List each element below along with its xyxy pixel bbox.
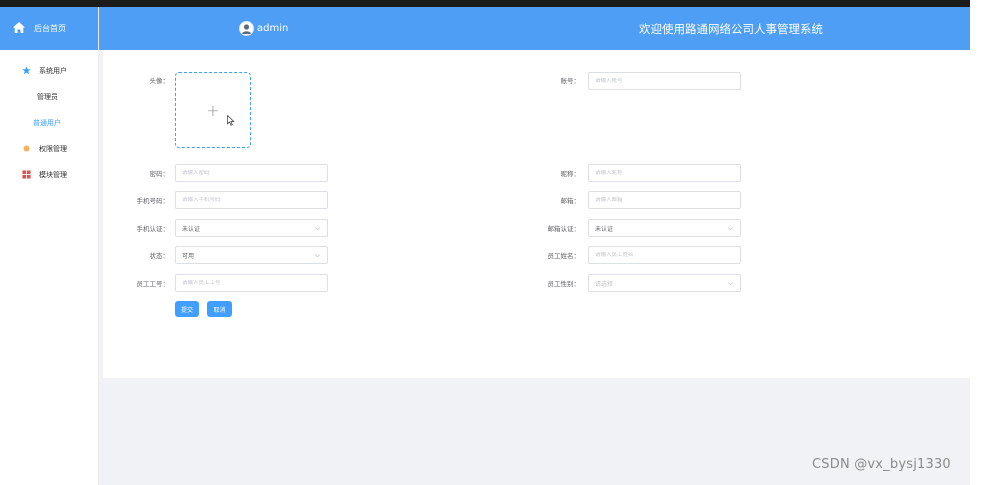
employee-no-input[interactable] (182, 280, 327, 286)
status-label: 状态： (149, 252, 170, 260)
employee-name-input[interactable] (595, 252, 740, 258)
user-menu[interactable]: admin (239, 21, 288, 36)
nickname-label: 昵称： (560, 170, 581, 178)
chevron-down-icon (315, 226, 320, 230)
email-field[interactable] (588, 191, 741, 209)
username: admin (257, 23, 289, 34)
password-label: 密码： (149, 170, 170, 178)
sidebar-item-admin[interactable]: 管理员 (0, 84, 98, 110)
sidebar-item-label: 系统用户 (39, 67, 67, 75)
home-icon (12, 21, 26, 36)
sidebar-home[interactable]: 后台首页 (0, 7, 98, 50)
employee-gender-placeholder: 请选择 (595, 280, 614, 288)
phone-verify-label: 手机认证： (136, 225, 170, 233)
avatar (239, 21, 254, 36)
watermark: CSDN @vx_bysj1330 (812, 457, 951, 472)
email-label: 邮箱： (560, 197, 581, 205)
status-value: 可用 (182, 252, 195, 260)
nickname-field[interactable] (588, 164, 741, 182)
account-field[interactable] (588, 72, 741, 90)
password-field[interactable] (175, 164, 328, 182)
phone-verify-select[interactable]: 未认证 (175, 219, 328, 237)
page-title: 欢迎使用路通网络公司人事管理系统 (639, 22, 823, 36)
employee-no-field[interactable] (175, 274, 328, 292)
account-label: 账号： (560, 77, 581, 85)
employee-gender-label: 员工性别： (547, 280, 581, 288)
sidebar-item-label: 权限管理 (39, 145, 67, 153)
nickname-input[interactable] (595, 170, 740, 176)
sidebar-item-label: 模块管理 (39, 171, 67, 179)
cursor-icon (227, 114, 235, 128)
cancel-button[interactable]: 取消 (207, 301, 232, 317)
phone-label: 手机号码： (136, 197, 170, 205)
sidebar-item-system-users[interactable]: 系统用户 (0, 58, 98, 84)
employee-gender-select[interactable]: 请选择 (588, 274, 741, 292)
phone-input[interactable] (182, 197, 327, 203)
sidebar-item-permissions[interactable]: 权限管理 (0, 136, 98, 162)
window-top-border (0, 0, 970, 7)
sidebar-item-modules[interactable]: 模块管理 (0, 162, 98, 188)
employee-no-label: 员工工号： (136, 280, 170, 288)
chevron-down-icon (728, 226, 733, 230)
employee-name-field[interactable] (588, 246, 741, 264)
star-icon (22, 65, 31, 77)
password-input[interactable] (182, 170, 327, 176)
account-input[interactable] (595, 78, 740, 84)
chevron-down-icon (315, 253, 320, 257)
email-verify-select[interactable]: 未认证 (588, 219, 741, 237)
email-input[interactable] (595, 197, 740, 203)
avatar-label: 头像： (149, 77, 170, 85)
submit-button[interactable]: 提交 (175, 301, 199, 317)
employee-name-label: 员工姓名： (547, 252, 581, 260)
grid-icon (22, 169, 31, 181)
sidebar-home-label: 后台首页 (34, 24, 66, 33)
top-header: admin 欢迎使用路通网络公司人事管理系统 (99, 7, 970, 50)
plus-icon: + (206, 100, 220, 120)
email-verify-label: 邮箱认证： (547, 225, 581, 233)
phone-verify-value: 未认证 (182, 225, 201, 233)
circle-icon (22, 144, 31, 155)
avatar-upload[interactable]: + (175, 72, 251, 148)
sidebar-menu: 系统用户 管理员 普通用户 权限管理 模块管理 (0, 50, 98, 188)
sidebar-item-normal-users[interactable]: 普通用户 (0, 110, 98, 136)
email-verify-value: 未认证 (595, 225, 614, 233)
user-form: 头像： + 账号： 密码： 昵称： 手机号码： 邮箱： 手机认证： 未认证 邮箱… (103, 50, 970, 378)
chevron-down-icon (728, 281, 733, 285)
status-select[interactable]: 可用 (175, 246, 328, 264)
sidebar: 后台首页 系统用户 管理员 普通用户 权限管理 模块管理 (0, 7, 99, 485)
phone-field[interactable] (175, 191, 328, 209)
